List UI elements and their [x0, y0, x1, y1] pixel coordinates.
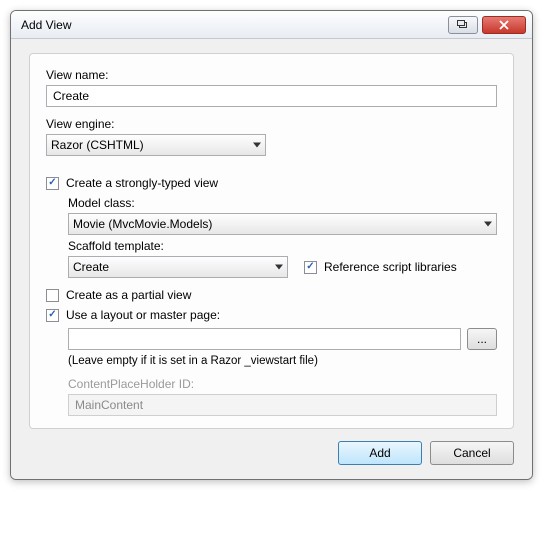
- strongly-typed-checkbox[interactable]: [46, 177, 59, 190]
- partial-checkbox[interactable]: [46, 289, 59, 302]
- strongly-typed-label: Create a strongly-typed view: [66, 176, 218, 190]
- layout-path-row: ...: [68, 328, 497, 350]
- layout-section: ... (Leave empty if it is set in a Razor…: [46, 328, 497, 416]
- add-button[interactable]: Add: [338, 441, 422, 465]
- chevron-down-icon: [253, 143, 261, 148]
- view-engine-select[interactable]: Razor (CSHTML): [46, 134, 266, 156]
- layout-path-input[interactable]: [68, 328, 461, 350]
- cancel-button[interactable]: Cancel: [430, 441, 514, 465]
- dialog-content: View name: View engine: Razor (CSHTML) C…: [11, 39, 532, 479]
- view-engine-value: Razor (CSHTML): [51, 138, 144, 152]
- titlebar-buttons: [448, 16, 526, 34]
- restore-button[interactable]: [448, 16, 478, 34]
- scaffold-template-label: Scaffold template:: [68, 239, 497, 253]
- ref-script-row: Reference script libraries: [304, 260, 457, 274]
- dialog-window: Add View View name: View engine: Razor (…: [10, 10, 533, 480]
- view-name-row: View name:: [46, 68, 497, 107]
- layout-hint: (Leave empty if it is set in a Razor _vi…: [68, 355, 497, 367]
- model-class-select[interactable]: Movie (MvcMovie.Models): [68, 213, 497, 235]
- chevron-down-icon: [275, 265, 283, 270]
- partial-row: Create as a partial view: [46, 288, 497, 302]
- view-name-input[interactable]: [46, 85, 497, 107]
- use-layout-row: Use a layout or master page:: [46, 308, 497, 322]
- window-title: Add View: [21, 18, 448, 32]
- ref-script-label: Reference script libraries: [324, 260, 457, 274]
- chevron-down-icon: [484, 222, 492, 227]
- view-engine-row: View engine: Razor (CSHTML): [46, 117, 497, 156]
- cph-id-input: [68, 394, 497, 416]
- strongly-typed-section: Model class: Movie (MvcMovie.Models) Sca…: [46, 196, 497, 278]
- titlebar: Add View: [11, 11, 532, 39]
- ref-script-checkbox[interactable]: [304, 261, 317, 274]
- use-layout-label: Use a layout or master page:: [66, 308, 220, 322]
- close-icon: [499, 20, 509, 30]
- strongly-typed-row: Create a strongly-typed view: [46, 176, 497, 190]
- view-engine-label: View engine:: [46, 117, 497, 131]
- browse-button[interactable]: ...: [467, 328, 497, 350]
- scaffold-template-select[interactable]: Create: [68, 256, 288, 278]
- scaffold-template-value: Create: [73, 260, 109, 274]
- model-class-label: Model class:: [68, 196, 497, 210]
- scaffold-row: Create Reference script libraries: [68, 256, 497, 278]
- dialog-footer: Add Cancel: [29, 429, 514, 465]
- restore-icon: [457, 20, 469, 30]
- close-button[interactable]: [482, 16, 526, 34]
- model-class-value: Movie (MvcMovie.Models): [73, 217, 212, 231]
- cph-id-label: ContentPlaceHolder ID:: [68, 377, 497, 391]
- main-panel: View name: View engine: Razor (CSHTML) C…: [29, 53, 514, 429]
- use-layout-checkbox[interactable]: [46, 309, 59, 322]
- partial-label: Create as a partial view: [66, 288, 191, 302]
- view-name-label: View name:: [46, 68, 497, 82]
